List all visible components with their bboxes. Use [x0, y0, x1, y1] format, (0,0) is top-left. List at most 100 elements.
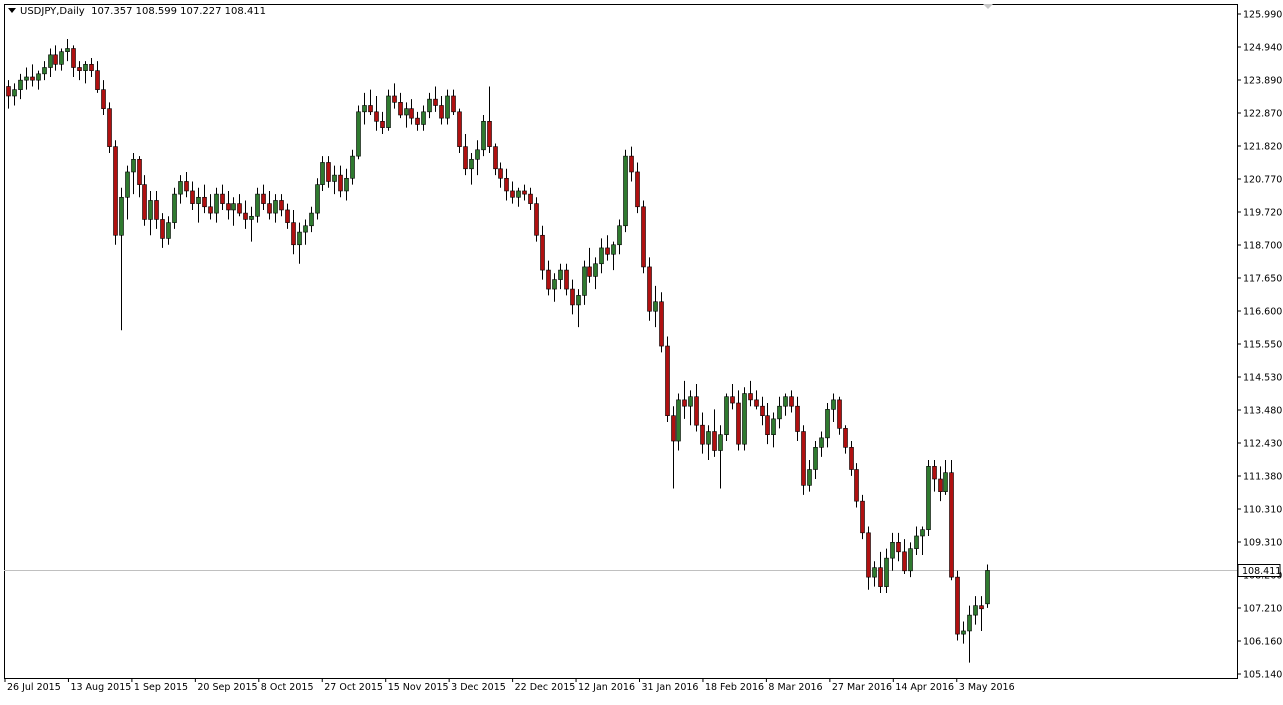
chart-header: USDJPY,Daily 107.357 108.599 107.227 108… — [8, 6, 266, 17]
candle — [837, 396, 842, 435]
candle-body — [528, 193, 533, 204]
candle — [807, 460, 812, 492]
candle-body — [748, 393, 753, 401]
candle-body — [338, 174, 343, 192]
x-tick-label: 1 Sep 2015 — [134, 682, 188, 693]
candle-body — [665, 345, 670, 416]
candle — [813, 441, 818, 480]
candle — [226, 190, 231, 220]
candle-body — [439, 105, 444, 119]
candle — [184, 171, 189, 198]
candle — [142, 175, 147, 226]
candle-body — [582, 266, 587, 296]
candle-body — [362, 105, 367, 113]
candle — [742, 387, 747, 451]
candle-body — [504, 177, 509, 192]
x-tick-label: 14 Apr 2016 — [895, 682, 954, 693]
candle-body — [77, 67, 82, 71]
candle-body — [65, 48, 70, 52]
candle — [902, 539, 907, 574]
candle — [469, 152, 474, 185]
candle-body — [320, 162, 325, 185]
candle-body — [457, 111, 462, 147]
candle — [890, 532, 895, 571]
candle — [267, 190, 272, 220]
candle — [896, 532, 901, 562]
candle — [190, 181, 195, 210]
candle — [955, 570, 960, 641]
candle — [908, 542, 913, 578]
candle — [119, 187, 124, 331]
candle-body — [243, 212, 248, 220]
candle — [872, 561, 877, 587]
candle — [362, 92, 367, 125]
candle-body — [890, 542, 895, 559]
candle — [866, 526, 871, 590]
candle — [718, 425, 723, 489]
candle-body — [706, 431, 711, 445]
candle-body — [736, 402, 741, 445]
candle-body — [463, 146, 468, 170]
candle-body — [137, 158, 142, 185]
candle-body — [24, 76, 29, 81]
x-tick-label: 8 Mar 2016 — [768, 682, 822, 693]
candle — [724, 393, 729, 442]
x-tick-label: 8 Oct 2015 — [261, 682, 314, 693]
candle-body — [83, 64, 88, 71]
candle-body — [825, 409, 830, 439]
candle-body — [653, 301, 658, 312]
candle — [125, 165, 130, 220]
candle-body — [249, 215, 254, 220]
x-tick-label: 20 Sep 2015 — [197, 682, 257, 693]
candle-body — [979, 605, 984, 610]
x-tick-label: 27 Oct 2015 — [324, 682, 383, 693]
candle — [344, 168, 349, 201]
candle-body — [730, 396, 735, 404]
candle — [160, 213, 165, 248]
candle — [487, 86, 492, 153]
candlestick-chart[interactable]: 125.990 124.940 123.890 122.870 121.820 120.7… — [0, 0, 1283, 700]
candle-body — [516, 190, 521, 198]
x-tick-label: 18 Feb 2016 — [705, 682, 764, 693]
candle-body — [451, 95, 456, 113]
candle-body — [344, 177, 349, 192]
candle-body — [552, 279, 557, 290]
candle — [860, 494, 865, 540]
candle-body — [368, 105, 373, 113]
candle — [617, 219, 622, 255]
candle — [582, 260, 587, 305]
candle-body — [849, 447, 854, 470]
candle — [89, 58, 94, 77]
candle — [101, 80, 106, 115]
candle — [985, 564, 990, 608]
candle — [36, 70, 41, 90]
candle — [926, 460, 931, 536]
candle-body — [226, 203, 231, 211]
candle-body — [18, 79, 23, 90]
candle — [6, 80, 11, 109]
candle-body — [326, 162, 331, 182]
candle-body — [113, 146, 118, 236]
candle — [30, 64, 35, 87]
candle-body — [291, 222, 296, 246]
candle — [558, 263, 563, 290]
candle — [249, 206, 254, 242]
chart-area[interactable]: 125.990 124.940 123.890 122.870 121.820 120.7… — [0, 0, 1283, 700]
candle-body — [801, 431, 806, 486]
candle — [439, 95, 444, 125]
candle — [748, 380, 753, 407]
candle-body — [380, 121, 385, 128]
symbol-label: USDJPY,Daily — [20, 6, 85, 17]
time-axis: 26 Jul 2015 13 Aug 2015 1 Sep 2015 20 Sep 2… — [4, 678, 1015, 693]
candle-body — [967, 614, 972, 632]
candle-body — [125, 171, 130, 198]
candle — [291, 209, 296, 255]
candle — [237, 194, 242, 217]
y-tick-label: 105.140 — [1243, 670, 1282, 681]
price-axis: 125.990 124.940 123.890 122.870 121.820 120.7… — [1237, 10, 1282, 681]
candle-body — [392, 95, 397, 103]
candle-body — [546, 269, 551, 290]
candle — [831, 393, 836, 423]
dropdown-arrow-icon[interactable] — [8, 8, 16, 13]
candle-body — [433, 98, 438, 106]
